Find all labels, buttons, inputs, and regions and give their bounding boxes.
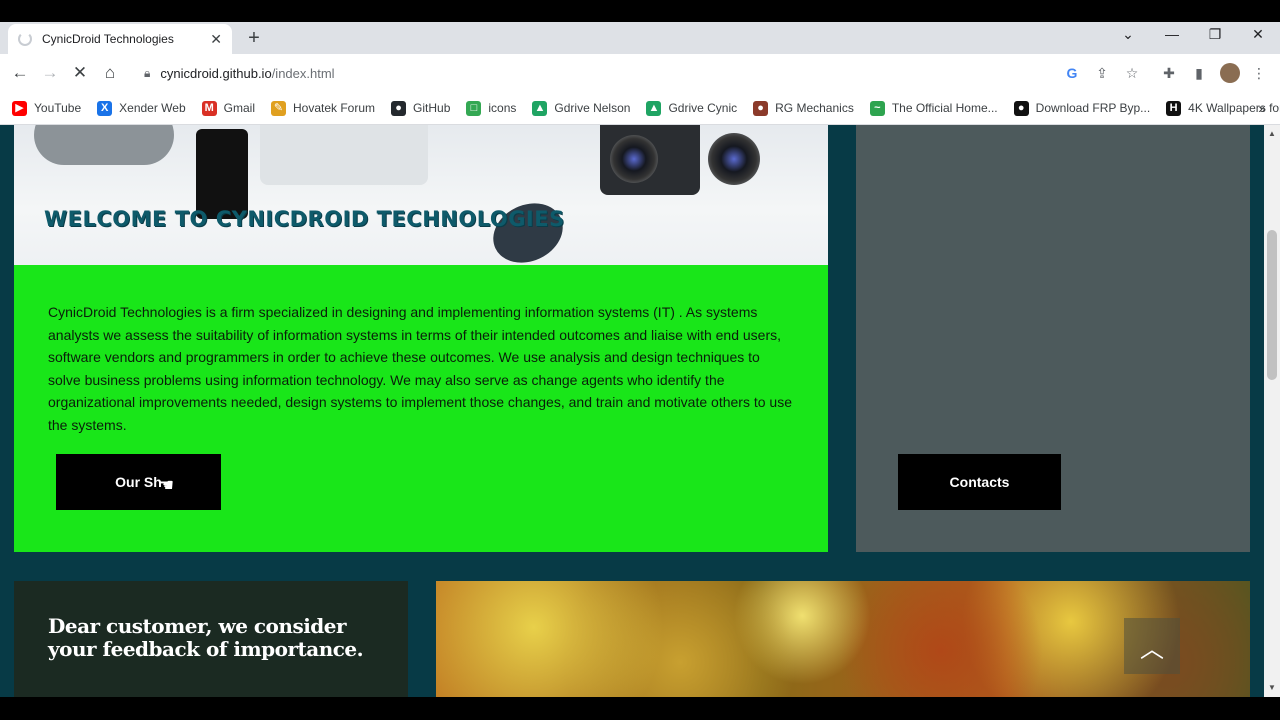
- frp-icon: ●: [1013, 100, 1029, 116]
- scroll-down-arrow-icon[interactable]: ▼: [1264, 683, 1280, 692]
- bookmark-label: Hovatek Forum: [293, 101, 376, 115]
- loading-spinner-icon: [18, 32, 32, 46]
- our-shop-label: Our Sh: [115, 474, 162, 490]
- tab-strip: CynicDroid Technologies ✕ + ⌄ — ❐ ✕: [0, 22, 1280, 54]
- restore-button[interactable]: ❐: [1205, 26, 1225, 43]
- lock-icon[interactable]: 🔒︎: [144, 66, 150, 81]
- bookmark-item[interactable]: ▲ Gdrive Cynic: [646, 100, 738, 116]
- bookmark-label: Xender Web: [119, 101, 186, 115]
- tab-active[interactable]: CynicDroid Technologies ✕: [8, 24, 232, 54]
- lens-image: [708, 133, 760, 185]
- rg-mechanics-icon: ●: [753, 100, 769, 116]
- bookmark-item[interactable]: ▶ YouTube: [12, 100, 82, 116]
- hero-banner: WELCOME TO CYNICDROID TECHNOLOGIES: [14, 125, 828, 265]
- bookmark-item[interactable]: ~ The Official Home...: [869, 100, 998, 116]
- bookmark-label: icons: [488, 101, 517, 115]
- bookmark-label: YouTube: [34, 101, 82, 115]
- browser-toolbar: ← → ✕ ⌂ 🔒︎ cynicdroid.github.io/index.ht…: [0, 54, 1280, 92]
- gdrive-icon: ▲: [532, 100, 548, 116]
- about-panel: CynicDroid Technologies is a firm specia…: [14, 265, 828, 552]
- gdrive-icon: ▲: [646, 100, 662, 116]
- stop-loading-icon[interactable]: ✕: [69, 62, 91, 84]
- menu-kebab-icon[interactable]: ⋮: [1250, 64, 1268, 82]
- contacts-panel: Contacts: [856, 125, 1250, 552]
- github-icon: ●: [391, 100, 407, 116]
- bookmark-label: 4K Wallpapers for D...: [1188, 101, 1280, 115]
- chevron-up-icon: ︿: [1140, 635, 1164, 663]
- feedback-panel: Dear customer, we consider your feedback…: [14, 581, 408, 697]
- bookmark-label: Download FRP Byp...: [1035, 101, 1151, 115]
- camera-lens-image: [610, 135, 658, 183]
- gmail-icon: M: [201, 100, 217, 116]
- tab-title: CynicDroid Technologies: [42, 32, 174, 46]
- url-host: cynicdroid.github.io: [160, 65, 272, 81]
- address-bar[interactable]: 🔒︎ cynicdroid.github.io/index.html: [130, 58, 1150, 88]
- scrollbar-thumb[interactable]: [1267, 230, 1277, 380]
- bookmark-item[interactable]: ● Download FRP Byp...: [1013, 100, 1151, 116]
- screen-top-border: [0, 0, 1280, 22]
- extensions-icon[interactable]: ✚: [1160, 64, 1178, 82]
- about-text: CynicDroid Technologies is a firm specia…: [48, 304, 792, 433]
- page-scrollbar[interactable]: ▲ ▼: [1264, 125, 1280, 697]
- browser-window: CynicDroid Technologies ✕ + ⌄ — ❐ ✕ ← → …: [0, 22, 1280, 697]
- feedback-heading: Dear customer, we consider your feedback…: [48, 614, 364, 661]
- bookmark-label: Gdrive Nelson: [554, 101, 631, 115]
- hand-cursor-icon: ☚: [158, 475, 175, 495]
- share-icon[interactable]: ⇪: [1093, 64, 1111, 82]
- bookmark-item[interactable]: X Xender Web: [97, 100, 186, 116]
- bookmark-item[interactable]: M Gmail: [201, 100, 255, 116]
- contacts-button[interactable]: Contacts: [898, 454, 1061, 510]
- bookmark-label: Gmail: [223, 101, 255, 115]
- icons-bookmark-icon: □: [466, 100, 482, 116]
- bookmarks-bar: ▶ YouTube X Xender Web M Gmail ✎ Hovatek Forum ●…: [0, 92, 1280, 125]
- headphones-image: [34, 125, 174, 165]
- minimize-button[interactable]: —: [1162, 26, 1182, 42]
- bookmark-star-icon[interactable]: ☆: [1123, 64, 1141, 82]
- home-icon[interactable]: ⌂: [99, 62, 121, 84]
- forward-arrow-icon[interactable]: →: [39, 62, 61, 84]
- page-viewport: WELCOME TO CYNICDROID TECHNOLOGIES Cynic…: [0, 125, 1264, 697]
- bookmark-item[interactable]: □ icons: [466, 100, 517, 116]
- youtube-icon: ▶: [12, 100, 27, 116]
- scroll-up-arrow-icon[interactable]: ▲: [1264, 129, 1280, 138]
- official-home-icon: ~: [869, 100, 885, 116]
- back-to-top-button[interactable]: ︿: [1124, 618, 1180, 674]
- bookmark-label: GitHub: [413, 101, 451, 115]
- our-shop-button[interactable]: Our Sh: [56, 454, 221, 510]
- bookmark-item[interactable]: ✎ Hovatek Forum: [271, 100, 376, 116]
- bookmarks-overflow-icon[interactable]: »: [1258, 100, 1266, 116]
- bookmark-item[interactable]: ▲ Gdrive Nelson: [532, 100, 631, 116]
- new-tab-button[interactable]: +: [244, 27, 264, 50]
- tab-close-icon[interactable]: ✕: [210, 31, 222, 48]
- wallpapers-icon: H: [1166, 100, 1182, 116]
- bookmark-item[interactable]: ● GitHub: [391, 100, 451, 116]
- profile-avatar[interactable]: [1220, 63, 1240, 83]
- close-window-button[interactable]: ✕: [1248, 26, 1268, 43]
- phone-image: [196, 129, 248, 219]
- bookmark-label: The Official Home...: [891, 101, 998, 115]
- side-panel-icon[interactable]: ▮: [1190, 64, 1208, 82]
- back-arrow-icon[interactable]: ←: [9, 62, 31, 84]
- xender-icon: X: [97, 100, 113, 116]
- url-path: /index.html: [271, 65, 335, 81]
- contacts-label: Contacts: [949, 474, 1010, 490]
- bookmark-label: RG Mechanics: [775, 101, 854, 115]
- tablet-image: [260, 125, 428, 185]
- google-icon[interactable]: G: [1063, 64, 1081, 82]
- hero-title: WELCOME TO CYNICDROID TECHNOLOGIES: [44, 207, 565, 231]
- screen-bottom-border: [0, 697, 1280, 720]
- bookmark-item[interactable]: ● RG Mechanics: [753, 100, 854, 116]
- hovatek-icon: ✎: [271, 100, 286, 116]
- tab-search-icon[interactable]: ⌄: [1118, 26, 1138, 43]
- bookmark-label: Gdrive Cynic: [668, 101, 738, 115]
